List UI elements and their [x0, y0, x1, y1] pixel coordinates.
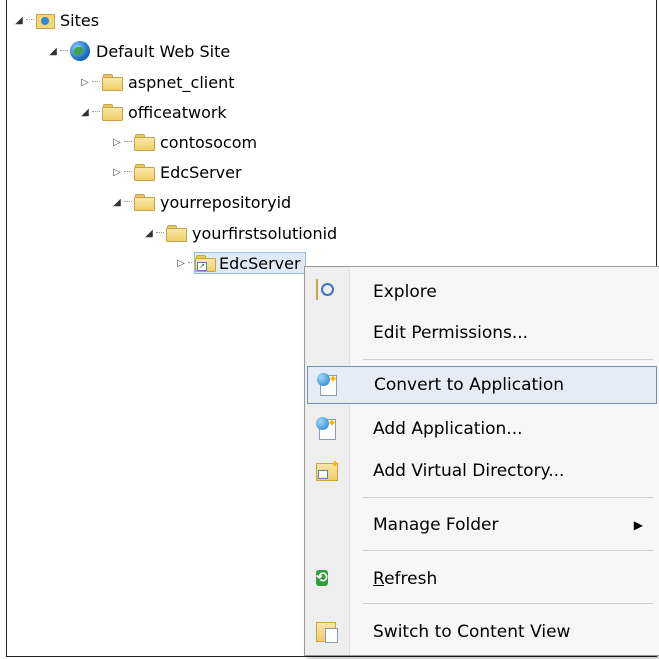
menu-item-label: Refresh [373, 569, 437, 589]
menu-separator [363, 497, 653, 498]
tree-node-label: officeatwork [128, 102, 227, 122]
expand-icon[interactable]: ▷ [112, 137, 122, 148]
menu-item-add-application[interactable]: ✦ Add Application... [307, 410, 657, 448]
menu-item-label-rest: efresh [384, 569, 438, 589]
collapse-icon[interactable]: ◢ [112, 197, 122, 208]
menu-item-label: Explore [373, 282, 437, 302]
expand-icon[interactable]: ▷ [80, 77, 90, 88]
tree-node-yourrepositoryid[interactable]: ◢ yourrepositoryid [112, 191, 291, 213]
tree-node-edcserver-selected[interactable]: ▷ ↗ EdcServer [176, 252, 306, 274]
menu-separator [363, 550, 653, 551]
menu-item-refresh[interactable]: ⟲ Refresh [307, 560, 657, 598]
explore-icon [316, 279, 318, 300]
tree-node-contosocom[interactable]: ▷ contosocom [112, 131, 257, 153]
tree-node-label: yourfirstsolutionid [192, 223, 338, 243]
menu-item-explore[interactable]: Explore [307, 273, 657, 311]
tree-node-yourfirstsolutionid[interactable]: ◢ yourfirstsolutionid [144, 222, 337, 244]
folder-icon [102, 74, 123, 91]
menu-item-label: Convert to Application [374, 375, 565, 395]
folder-icon [166, 225, 187, 242]
tree-node-default-web-site[interactable]: ◢ Default Web Site [48, 40, 230, 62]
menu-item-manage-folder[interactable]: Manage Folder ▶ [307, 506, 657, 544]
menu-separator [363, 603, 653, 604]
globe-icon [70, 41, 90, 61]
tree-node-sites[interactable]: ◢ Sites [14, 9, 99, 31]
folder-icon [134, 134, 155, 151]
menu-item-edit-permissions[interactable]: Edit Permissions... [307, 314, 657, 352]
expand-icon[interactable]: ▷ [112, 167, 122, 178]
collapse-icon[interactable]: ◢ [14, 15, 24, 26]
tree-node-label: Default Web Site [96, 41, 231, 61]
menu-item-convert-to-application[interactable]: ✦ Convert to Application [307, 366, 657, 404]
accelerator-key: R [373, 569, 385, 589]
tree-node-label: contosocom [160, 132, 258, 152]
expand-icon[interactable]: ▷ [176, 258, 186, 269]
selected-node[interactable]: ↗ EdcServer [194, 252, 306, 274]
folder-icon [134, 194, 155, 211]
menu-item-label: Switch to Content View [373, 622, 571, 642]
tree-node-label: yourrepositoryid [160, 192, 292, 212]
tree-node-aspnet-client[interactable]: ▷ aspnet_client [80, 71, 235, 93]
submenu-arrow-icon: ▶ [633, 518, 643, 532]
folder-icon [102, 104, 123, 121]
collapse-icon[interactable]: ◢ [80, 107, 90, 118]
menu-item-switch-to-content-view[interactable]: Switch to Content View [307, 613, 657, 651]
menu-item-label: Edit Permissions... [373, 323, 529, 343]
sites-icon [36, 12, 55, 29]
menu-separator [363, 359, 653, 360]
refresh-icon: ⟲ [316, 570, 328, 586]
tree-node-edcserver[interactable]: ▷ EdcServer [112, 161, 242, 183]
collapse-icon[interactable]: ◢ [48, 46, 58, 57]
folder-icon [134, 164, 155, 181]
menu-item-label: Add Virtual Directory... [373, 461, 565, 481]
menu-item-label: Add Application... [373, 419, 523, 439]
collapse-icon[interactable]: ◢ [144, 228, 154, 239]
tree-node-label: EdcServer [219, 253, 301, 273]
menu-item-add-virtual-directory[interactable]: ✦ Add Virtual Directory... [307, 452, 657, 490]
tree-node-label: EdcServer [160, 162, 242, 182]
tree-node-label: Sites [60, 10, 100, 30]
context-menu: Explore Edit Permissions... ✦ Convert to… [304, 266, 659, 656]
tree-node-label: aspnet_client [128, 72, 235, 92]
virtual-directory-folder-icon: ↗ [195, 255, 216, 272]
tree-node-officeatwork[interactable]: ◢ officeatwork [80, 101, 227, 123]
menu-item-label: Manage Folder [373, 515, 499, 535]
